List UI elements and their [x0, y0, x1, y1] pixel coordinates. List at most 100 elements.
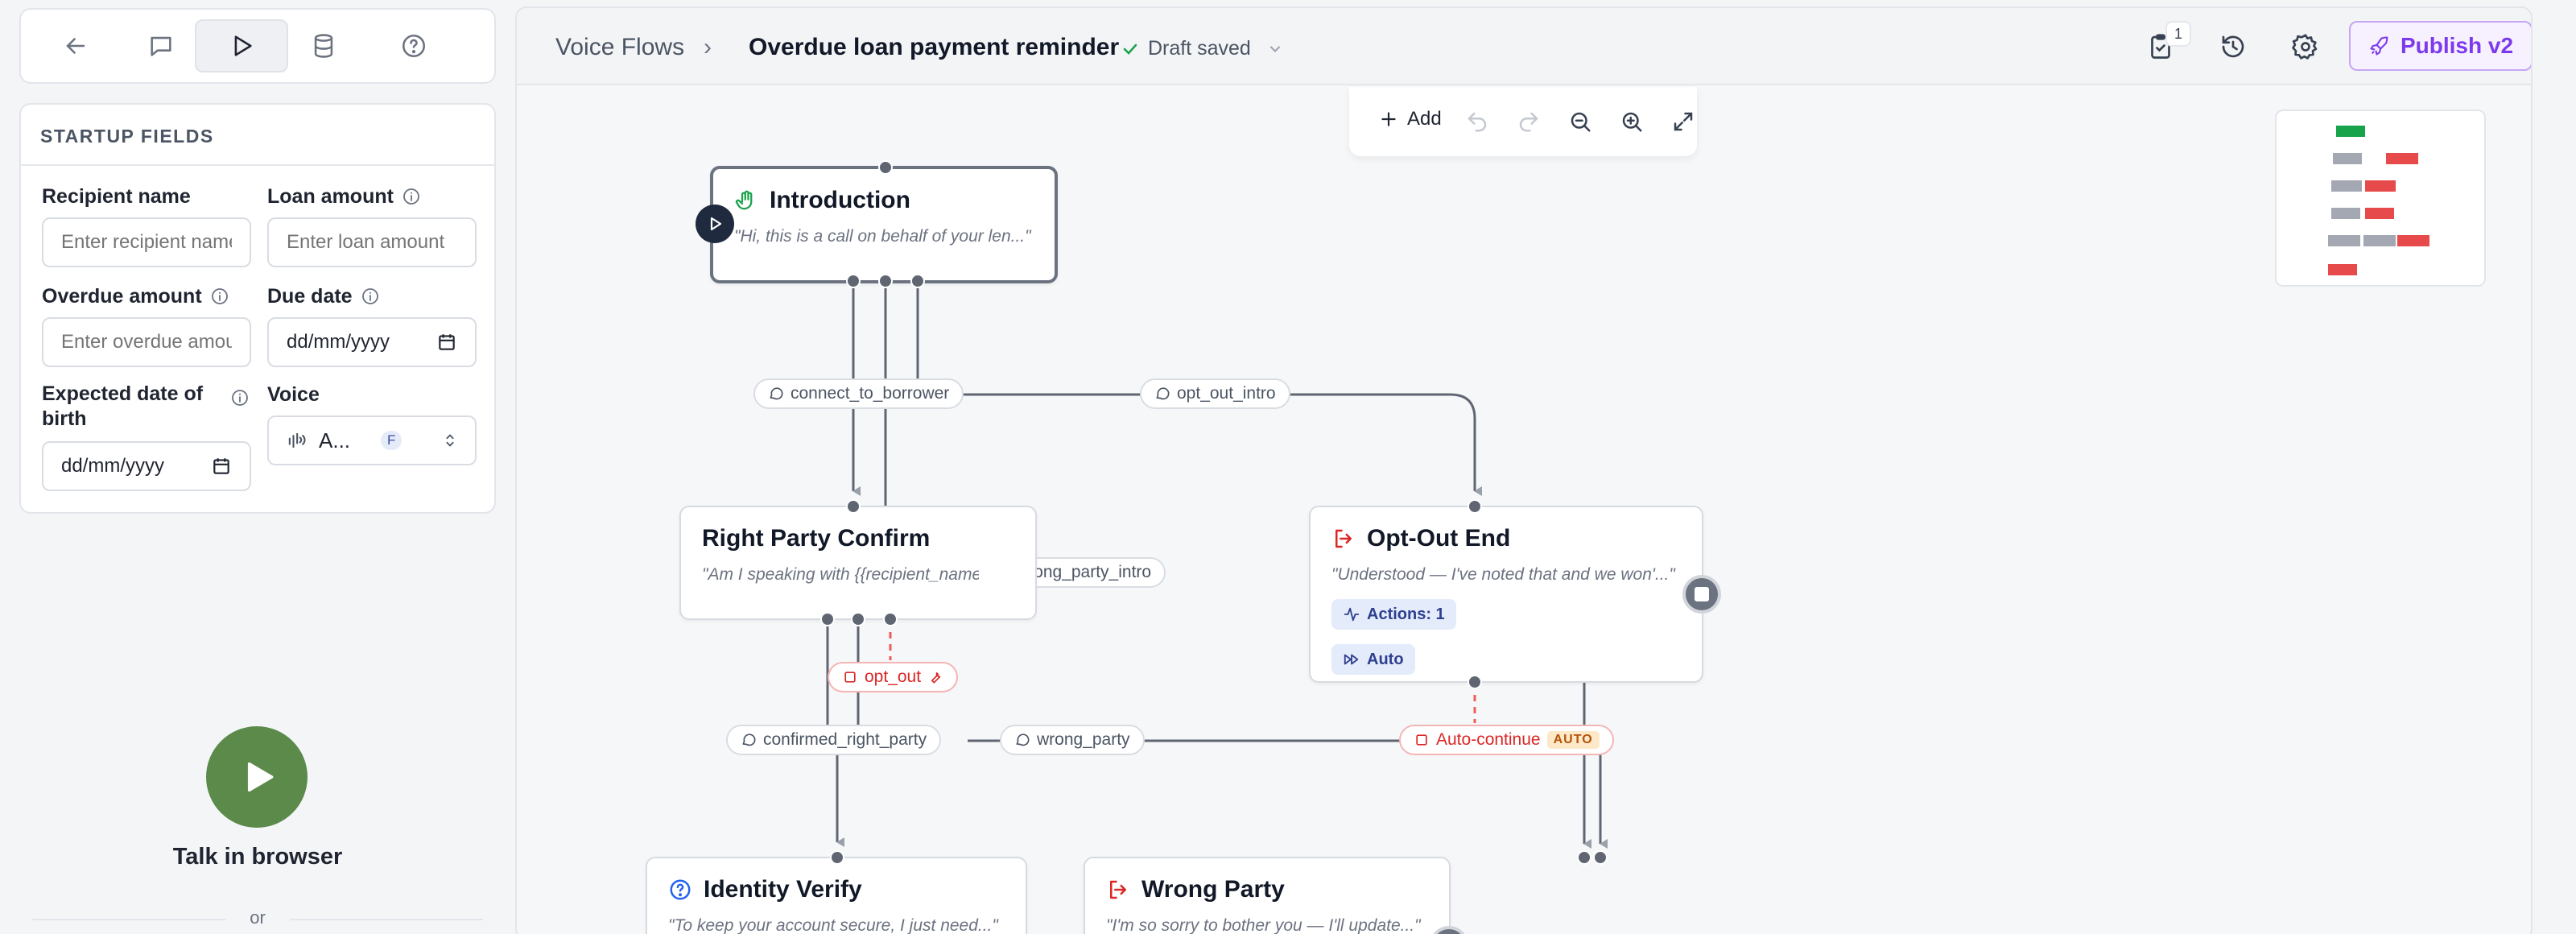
wrench-icon: [931, 672, 941, 684]
chevron-updown-icon: [446, 434, 454, 447]
edge-label-wrong-party[interactable]: wrong_party: [1000, 725, 1145, 755]
end-node-indicator[interactable]: [1682, 575, 1721, 614]
divider-right: [290, 919, 483, 920]
back-button[interactable]: [29, 19, 122, 72]
node-right-party-confirm[interactable]: Right Party Confirm "Am I speaking with …: [679, 506, 1037, 620]
edge-label-auto-continue[interactable]: Auto-continue AUTO: [1399, 725, 1614, 755]
expected-dob-label-line1: Expected date of: [42, 382, 204, 405]
help-tab-button[interactable]: [367, 19, 460, 72]
voice-gender-tag: F: [381, 431, 402, 450]
calendar-icon[interactable]: [436, 332, 457, 353]
actions-pill[interactable]: Actions: 1: [1331, 599, 1456, 630]
node-handle[interactable]: [846, 499, 861, 514]
due-date-label-text: Due date: [267, 285, 353, 308]
due-date-input[interactable]: dd/mm/yyyy: [267, 317, 477, 367]
database-tab-button[interactable]: [277, 19, 370, 72]
overdue-amount-label-text: Overdue amount: [42, 285, 202, 308]
message-square-icon: [151, 36, 171, 56]
overdue-amount-input[interactable]: [42, 317, 251, 367]
loan-amount-label-text: Loan amount: [267, 185, 394, 208]
voice-select[interactable]: A... F: [267, 415, 477, 465]
edge-label-text: opt_out_intro: [1177, 384, 1276, 403]
node-title: Identity Verify: [668, 876, 862, 903]
edge-label-opt-out-intro[interactable]: opt_out_intro: [1140, 378, 1290, 409]
chat-tab-button[interactable]: [114, 19, 208, 72]
fast-forward-icon: [1344, 654, 1359, 665]
node-handle[interactable]: [910, 274, 925, 288]
expected-dob-input[interactable]: dd/mm/yyyy: [42, 441, 251, 491]
edge-label-text: confirmed_right_party: [763, 730, 927, 749]
node-subtitle: "Hi, this is a call on behalf of your le…: [734, 227, 1031, 246]
node-identity-verify[interactable]: Identity Verify "To keep your account se…: [646, 857, 1027, 934]
node-wrong-party[interactable]: Wrong Party "I'm so sorry to bother you …: [1084, 857, 1451, 934]
message-circle-icon: [1016, 734, 1030, 746]
loan-amount-input[interactable]: [267, 217, 477, 267]
node-title-text: Introduction: [770, 187, 910, 213]
arrow-left-icon: [66, 38, 85, 54]
flow-edges: [826, 282, 1608, 849]
talk-in-browser-button[interactable]: [206, 726, 308, 828]
edge-label-text: connect_to_borrower: [791, 384, 950, 403]
node-introduction[interactable]: Introduction "Hi, this is a call on beha…: [710, 166, 1058, 283]
node-handle[interactable]: [1577, 850, 1591, 865]
play-icon: [234, 35, 252, 56]
database-icon: [314, 34, 333, 58]
node-subtitle: "Am I speaking with {{recipient_name}}?": [702, 565, 979, 584]
node-handle[interactable]: [846, 274, 861, 288]
message-circle-icon: [742, 734, 756, 746]
node-title: Opt-Out End: [1331, 525, 1510, 552]
start-node-indicator[interactable]: [696, 205, 734, 243]
auto-tag: AUTO: [1546, 731, 1600, 749]
recipient-name-input[interactable]: [42, 217, 251, 267]
node-handle[interactable]: [878, 160, 893, 175]
auto-pill-text: Auto: [1367, 650, 1404, 668]
or-divider-text: or: [250, 907, 266, 928]
node-handle[interactable]: [1468, 499, 1482, 514]
node-subtitle: "Understood — I've noted that and we won…: [1331, 565, 1675, 584]
info-icon[interactable]: [402, 187, 421, 206]
info-icon[interactable]: [361, 287, 380, 306]
node-handle[interactable]: [851, 612, 865, 626]
node-title: Right Party Confirm: [702, 525, 930, 552]
edge-label-opt-out[interactable]: opt_out: [828, 662, 959, 692]
node-handle[interactable]: [830, 850, 844, 865]
log-out-icon: [1335, 529, 1352, 548]
left-sidebar: STARTUP FIELDS Recipient name Loan amoun…: [0, 0, 515, 934]
info-icon[interactable]: [230, 388, 250, 407]
calendar-icon[interactable]: [211, 456, 232, 477]
message-circle-icon: [1156, 387, 1170, 400]
node-title-text: Right Party Confirm: [702, 525, 931, 552]
node-handle[interactable]: [820, 612, 835, 626]
node-title: Wrong Party: [1106, 876, 1285, 903]
node-handle[interactable]: [878, 274, 893, 288]
node-opt-out-end[interactable]: Opt-Out End "Understood — I've noted tha…: [1309, 506, 1703, 683]
run-tab-button[interactable]: [195, 19, 288, 72]
node-handle[interactable]: [1468, 675, 1482, 689]
node-handle[interactable]: [1593, 850, 1608, 865]
square-icon: [1416, 734, 1427, 746]
startup-fields-title: STARTUP FIELDS: [21, 105, 494, 166]
edge-label-text: wrong_party: [1037, 730, 1130, 749]
info-icon[interactable]: [210, 287, 229, 306]
overdue-amount-label: Overdue amount: [42, 283, 229, 309]
edge-label-connect-to-borrower[interactable]: connect_to_borrower: [753, 378, 964, 409]
recipient-name-label: Recipient name: [42, 184, 191, 209]
node-handle[interactable]: [883, 612, 898, 626]
play-icon: [710, 217, 722, 231]
recipient-name-label-text: Recipient name: [42, 185, 191, 208]
flow-canvas[interactable]: Voice Flows › Overdue loan payment remin…: [515, 6, 2533, 934]
edge-wrong-party[interactable]: [968, 739, 1608, 849]
loan-amount-label: Loan amount: [267, 184, 421, 209]
voice-value: A...: [319, 428, 351, 453]
node-title-text: Identity Verify: [704, 876, 862, 903]
edge-label-confirmed-right-party[interactable]: confirmed_right_party: [726, 725, 942, 755]
divider-left: [32, 919, 225, 920]
expected-dob-label-line2: birth: [42, 407, 87, 430]
auto-pill[interactable]: Auto: [1331, 644, 1415, 675]
node-subtitle: "I'm so sorry to bother you — I'll updat…: [1106, 916, 1421, 934]
voice-wave-icon: [288, 432, 306, 448]
due-date-label: Due date: [267, 283, 380, 309]
play-icon: [247, 762, 274, 792]
node-title: Introduction: [734, 187, 910, 214]
due-date-value: dd/mm/yyyy: [287, 331, 390, 353]
